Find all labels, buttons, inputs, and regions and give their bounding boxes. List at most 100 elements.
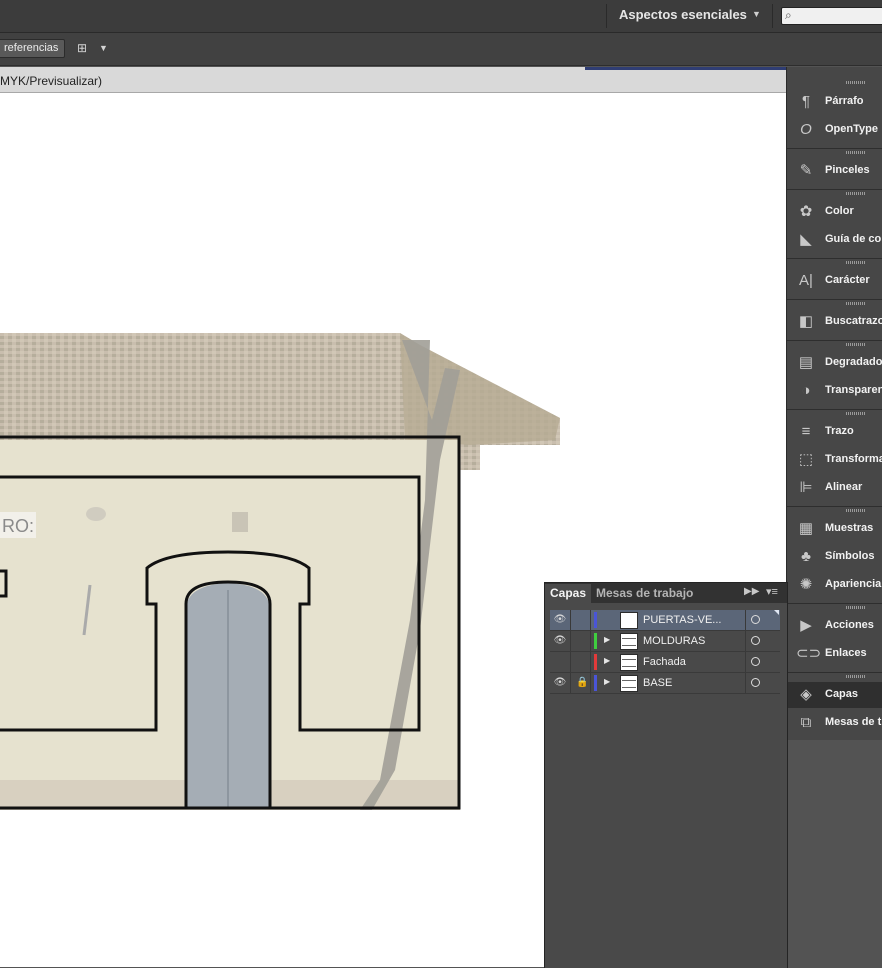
application-bar: Aspectos esenciales ▼ ⌕ — [0, 0, 882, 33]
cell-divider — [590, 610, 591, 630]
align-icon: ⊫ — [799, 479, 813, 496]
visibility-eye-icon[interactable]: 👁 — [553, 676, 567, 690]
layer-row-fachada[interactable]: ▶ Fachada — [550, 652, 780, 673]
dock-item-mesas-de-trabajo[interactable]: ⧉ Mesas de tr — [787, 710, 882, 736]
dock-item-label: Buscatrazos — [825, 315, 882, 327]
dock-item-label: Transparen — [825, 384, 882, 396]
cell-divider — [570, 631, 571, 651]
dock-item-label: Carácter — [825, 274, 870, 286]
dock-item-color[interactable]: ✿ Color — [787, 199, 882, 225]
grip[interactable] — [846, 302, 866, 305]
dock-item-guia-de-color[interactable]: ◣ Guía de col — [787, 227, 882, 253]
dock-item-label: Pinceles — [825, 164, 870, 176]
cell-divider — [570, 610, 571, 630]
dock-group-divider — [787, 258, 882, 259]
actions-icon: ▶ — [800, 617, 812, 634]
layer-name[interactable]: MOLDURAS — [643, 635, 705, 647]
dock-item-opentype[interactable]: O OpenType — [787, 117, 882, 143]
target-circle-icon[interactable] — [751, 678, 760, 687]
chevron-down-icon[interactable]: ▼ — [99, 43, 108, 53]
cell-divider — [745, 610, 746, 630]
dock-group-divider — [787, 340, 882, 341]
cell-divider — [570, 673, 571, 693]
grip[interactable] — [846, 151, 866, 154]
dock-item-label: Trazo — [825, 425, 854, 437]
expand-arrow-icon[interactable]: ▶ — [604, 635, 610, 644]
layer-color-swatch — [594, 654, 597, 670]
panel-menu-icon[interactable]: ▾≡ — [766, 585, 778, 598]
layer-name[interactable]: BASE — [643, 677, 672, 689]
layers-icon: ◈ — [800, 686, 812, 703]
layer-name[interactable]: PUERTAS-VE... — [643, 614, 721, 626]
layers-panel: Capas Mesas de trabajo ▶▶ ▾≡ 👁 PUERTAS-V… — [544, 582, 788, 968]
dock-item-label: Color — [825, 205, 854, 217]
dock-item-simbolos[interactable]: ♣ Símbolos — [787, 544, 882, 570]
dock-item-muestras[interactable]: ▦ Muestras — [787, 516, 882, 542]
grip[interactable] — [846, 606, 866, 609]
dock-item-label: Alinear — [825, 481, 863, 493]
search-input[interactable]: ⌕ — [781, 7, 882, 25]
visibility-eye-icon[interactable]: 👁 — [553, 634, 567, 648]
dock-item-parrafo[interactable]: ¶ Párrafo — [787, 89, 882, 115]
dock-item-capas[interactable]: ◈ Capas — [787, 682, 882, 708]
grip[interactable] — [846, 81, 866, 84]
cell-divider — [590, 652, 591, 672]
grip[interactable] — [846, 192, 866, 195]
preferences-button[interactable]: referencias — [0, 39, 66, 58]
dock-item-label: OpenType — [825, 123, 878, 135]
cell-divider — [590, 631, 591, 651]
paragraph-icon: ¶ — [801, 93, 811, 110]
workspace-switcher[interactable]: Aspectos esenciales — [619, 7, 747, 22]
grip[interactable] — [846, 412, 866, 415]
grip[interactable] — [846, 343, 866, 346]
dock-item-transformar[interactable]: ⬚ Transforma — [787, 447, 882, 473]
grip[interactable] — [846, 675, 866, 678]
tab-accent — [585, 67, 786, 70]
cell-divider — [590, 673, 591, 693]
arrange-documents-icon[interactable]: ⊞ — [77, 41, 87, 55]
document-tab[interactable]: MYK/Previsualizar) — [0, 67, 786, 93]
dock-item-acciones[interactable]: ▶ Acciones — [787, 613, 882, 639]
expand-arrow-icon[interactable]: ▶ — [604, 656, 610, 665]
target-circle-icon[interactable] — [751, 615, 760, 624]
dock-group-divider — [787, 189, 882, 190]
dock-item-trazo[interactable]: ≡ Trazo — [787, 419, 882, 445]
dock-item-alinear[interactable]: ⊫ Alinear — [787, 475, 882, 501]
chevron-down-icon[interactable]: ▼ — [752, 9, 761, 19]
dock-group-divider — [787, 409, 882, 410]
dock-group-divider — [787, 603, 882, 604]
dock-item-degradado[interactable]: ▤ Degradado — [787, 350, 882, 376]
layer-name[interactable]: Fachada — [643, 656, 686, 668]
layer-row-puertas[interactable]: 👁 PUERTAS-VE... — [550, 610, 780, 631]
layer-thumbnail — [620, 633, 638, 650]
symbols-icon: ♣ — [801, 548, 811, 565]
links-icon: ⊂⊃ — [796, 645, 822, 662]
dock-item-buscatrazos[interactable]: ◧ Buscatrazos — [787, 309, 882, 335]
artboards-icon: ⧉ — [800, 714, 812, 731]
visibility-eye-icon[interactable]: 👁 — [553, 613, 567, 627]
tab-mesas-de-trabajo[interactable]: Mesas de trabajo — [596, 584, 693, 603]
tab-capas[interactable]: Capas — [545, 584, 592, 603]
collapse-icon[interactable]: ▶▶ — [744, 586, 759, 597]
layer-thumbnail — [620, 612, 638, 629]
dock-item-apariencia[interactable]: ✺ Apariencia — [787, 572, 882, 598]
dock-item-caracter[interactable]: A| Carácter — [787, 268, 882, 294]
dock-item-transparencia[interactable]: ◑ Transparen — [787, 378, 882, 404]
opentype-icon: O — [800, 121, 812, 138]
lock-icon[interactable]: 🔒 — [576, 676, 588, 690]
layer-row-molduras[interactable]: 👁 ▶ MOLDURAS — [550, 631, 780, 652]
target-circle-icon[interactable] — [751, 636, 760, 645]
brushes-icon: ✎ — [799, 162, 813, 179]
dock-group-divider — [787, 672, 882, 673]
layer-row-base[interactable]: 👁 🔒 ▶ BASE — [550, 673, 780, 694]
expand-arrow-icon[interactable]: ▶ — [604, 677, 610, 686]
layers-panel-header: Capas Mesas de trabajo ▶▶ ▾≡ — [545, 583, 787, 603]
dock-item-label: Guía de col — [825, 233, 882, 245]
dock-item-enlaces[interactable]: ⊂⊃ Enlaces — [787, 641, 882, 667]
dock-group-divider — [787, 148, 882, 149]
grip[interactable] — [846, 509, 866, 512]
grip[interactable] — [846, 261, 866, 264]
dock-item-pinceles[interactable]: ✎ Pinceles — [787, 158, 882, 184]
target-circle-icon[interactable] — [751, 657, 760, 666]
dock-group-divider — [787, 299, 882, 300]
